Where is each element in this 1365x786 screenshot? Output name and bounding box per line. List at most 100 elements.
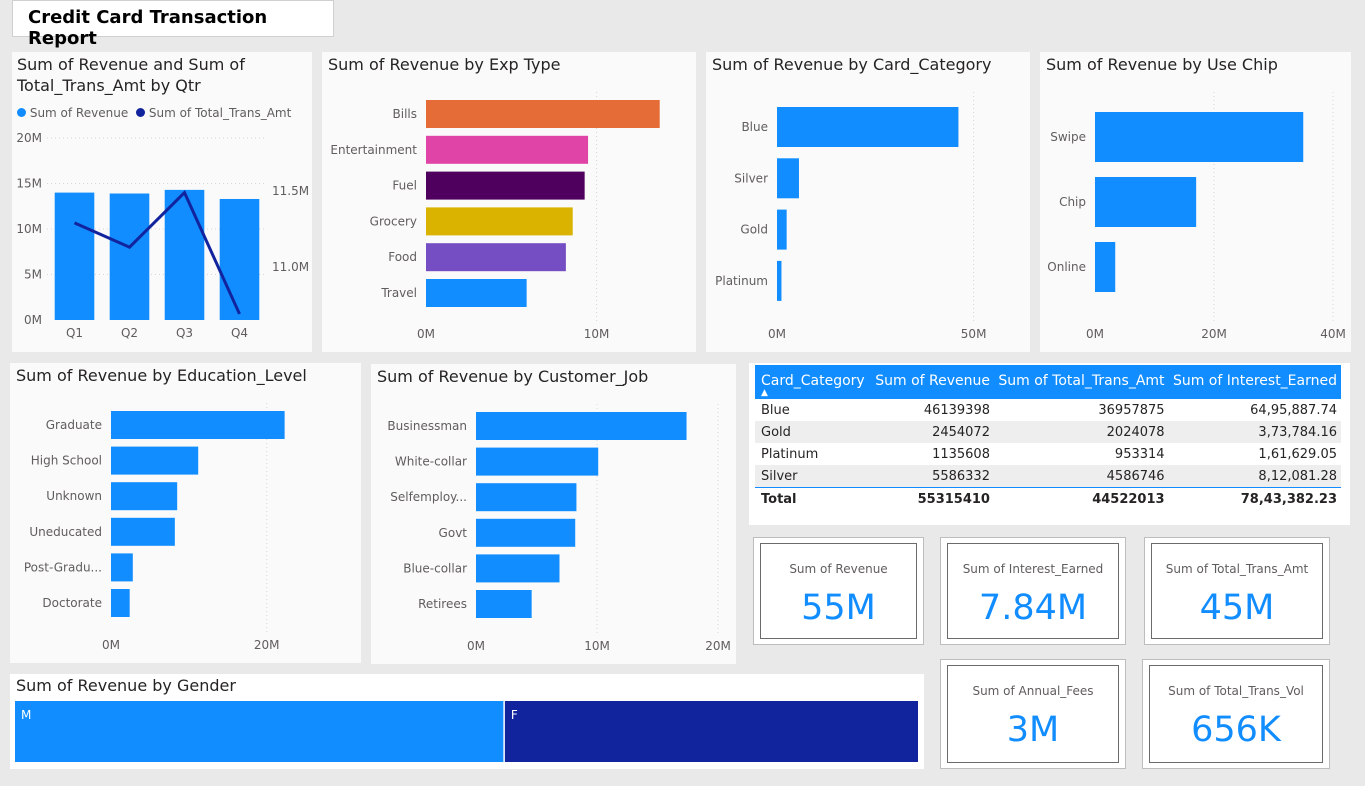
table-row[interactable]: Platinum 1135608 953314 1,61,629.05 [755, 443, 1341, 465]
bar [426, 135, 589, 164]
table-total-value: 78,43,382.23 [1240, 492, 1337, 507]
chip-chart-panel[interactable]: Sum of Revenue by Use Chip 0M 20M 40M Swipe… [1040, 52, 1351, 352]
x-tick-label: Q2 [121, 326, 138, 340]
table-total-value: 44522013 [1092, 492, 1165, 507]
category-label: High School [31, 454, 102, 468]
table-row[interactable]: Blue 46139398 36957875 64,95,887.74 [755, 399, 1341, 421]
category-label: Unknown [46, 489, 102, 503]
x-tick-label: 0M [768, 327, 786, 341]
category-label: Platinum [715, 274, 768, 288]
x-tick-label: 20M [1201, 327, 1227, 341]
edu-chart-panel[interactable]: Sum of Revenue by Education_Level 0M 20M G… [10, 363, 361, 663]
table-header-row: Card_Category ▲ Sum of Revenue Sum of To… [755, 365, 1341, 399]
y-tick-label: 5M [24, 268, 42, 282]
qtr-chart-panel[interactable]: Sum of Revenue and Sum of Total_Trans_Am… [12, 52, 312, 352]
x-tick-label: Q3 [176, 326, 193, 340]
bar [426, 279, 527, 307]
category-label: Selfemploy... [390, 490, 467, 504]
table-total-row: Total 55315410 44522013 78,43,382.23 [755, 487, 1341, 512]
table-cell-value: 3,73,784.16 [1258, 424, 1337, 440]
table-row[interactable]: Silver 5586332 4586746 8,12,081.28 [755, 465, 1341, 488]
y-tick-label: 20M [16, 131, 42, 145]
x-tick-label: 40M [1320, 327, 1346, 341]
kpi-card-trans-vol[interactable]: Sum of Total_Trans_Vol 656K [1142, 659, 1330, 769]
job-chart-panel[interactable]: Sum of Revenue by Customer_Job 0M 10M 20M B… [371, 364, 736, 664]
category-label: Doctorate [42, 596, 102, 610]
kpi-card-border: Sum of Total_Trans_Vol 656K [1149, 665, 1323, 763]
bar [777, 107, 959, 147]
bar [109, 193, 150, 320]
category-label: Retirees [418, 597, 467, 611]
col-header-interest[interactable]: Sum of Interest_Earned [1169, 365, 1341, 399]
bar [111, 411, 285, 439]
col-header-trans-amt[interactable]: Sum of Total_Trans_Amt [994, 365, 1169, 399]
y-tick-label: 0M [24, 313, 42, 327]
x-tick-label: 50M [961, 327, 987, 341]
table-cell-value: 1135608 [932, 446, 990, 462]
job-chart-svg: 0M 10M 20M Businessman White-collar Selfemplo… [387, 404, 731, 653]
sort-ascending-icon[interactable]: ▲ [761, 389, 768, 398]
bar [426, 207, 573, 236]
cardcat-chart-panel[interactable]: Sum of Revenue by Card_Category 0M 50M Blu… [706, 52, 1030, 352]
segment [504, 701, 918, 762]
table-total-label: Total [761, 492, 797, 507]
segment-label: M [21, 708, 31, 722]
kpi-label: Sum of Total_Trans_Vol [1168, 684, 1304, 698]
category-label: Fuel [392, 179, 417, 193]
segment [15, 701, 504, 762]
bar [111, 553, 133, 582]
report-title-box: Credit Card Transaction Report [12, 0, 334, 49]
kpi-card-interest[interactable]: Sum of Interest_Earned 7.84M [940, 537, 1126, 645]
table-cell-value: 64,95,887.74 [1250, 402, 1337, 418]
col-header-label: Card_Category [761, 373, 865, 389]
table-cell-value: 5586332 [932, 468, 990, 484]
x-tick-label: Q4 [231, 326, 248, 340]
bar [777, 260, 782, 301]
bar [219, 198, 260, 320]
exp-chart-svg: 0M 10M Bills Entertainment Fuel Grocery Food Tr… [330, 92, 660, 341]
y2-tick-label: 11.5M [272, 184, 309, 198]
category-label: Post-Gradu... [24, 560, 102, 574]
x-tick-label: 20M [254, 638, 280, 652]
x-tick-label: 0M [102, 638, 120, 652]
table-total-value: 55315410 [917, 492, 990, 507]
exp-chart-panel[interactable]: Sum of Revenue by Exp Type 0M 10M Bills Ent… [322, 52, 696, 352]
bar [1095, 242, 1116, 292]
kpi-label: Sum of Annual_Fees [972, 684, 1094, 698]
y2-tick-label: 11.0M [272, 260, 309, 274]
col-header-card-category[interactable]: Card_Category ▲ [755, 365, 871, 399]
table-row[interactable]: Gold 2454072 2024078 3,73,784.16 [755, 421, 1341, 443]
category-label: Chip [1059, 195, 1086, 209]
category-label: Bills [393, 107, 418, 121]
kpi-label: Sum of Revenue [789, 562, 888, 576]
kpi-label: Sum of Total_Trans_Amt [1165, 562, 1309, 576]
category-label: Uneducated [29, 525, 102, 539]
category-label: Travel [380, 286, 417, 300]
x-tick-label: 20M [705, 639, 731, 653]
series-line [73, 190, 241, 315]
x-tick-label: 0M [417, 327, 435, 341]
gender-chart-panel[interactable]: Sum of Revenue by Gender MF [10, 674, 924, 769]
col-header-revenue[interactable]: Sum of Revenue [871, 365, 994, 399]
category-label: Blue-collar [403, 561, 467, 575]
bar [111, 517, 175, 546]
card-category-table-panel[interactable]: Card_Category ▲ Sum of Revenue Sum of To… [749, 363, 1350, 525]
kpi-value: 45M [1199, 588, 1275, 628]
bar [476, 518, 576, 547]
bar [426, 100, 660, 128]
kpi-card-border: Sum of Interest_Earned 7.84M [947, 543, 1119, 639]
kpi-card-revenue[interactable]: Sum of Revenue 55M [753, 537, 924, 645]
bar [476, 590, 532, 618]
table-cell-value: 36957875 [1098, 402, 1165, 418]
qtr-chart-svg: 0M 5M 10M 15M 20M 11.0M 11.5M Q1 Q2 Q3 Q4 [16, 131, 309, 340]
kpi-card-trans-amt[interactable]: Sum of Total_Trans_Amt 45M [1144, 537, 1330, 645]
table-cell-value: 8,12,081.28 [1258, 468, 1337, 484]
category-label: Blue [741, 120, 768, 134]
table-cell-category: Silver [761, 468, 798, 484]
kpi-card-annual-fees[interactable]: Sum of Annual_Fees 3M [940, 659, 1126, 769]
table-cell-value: 2454072 [932, 424, 990, 440]
y-tick-label: 15M [16, 177, 42, 191]
category-label: Entertainment [330, 143, 417, 157]
category-label: Online [1047, 260, 1086, 274]
x-tick-label: 0M [467, 639, 485, 653]
